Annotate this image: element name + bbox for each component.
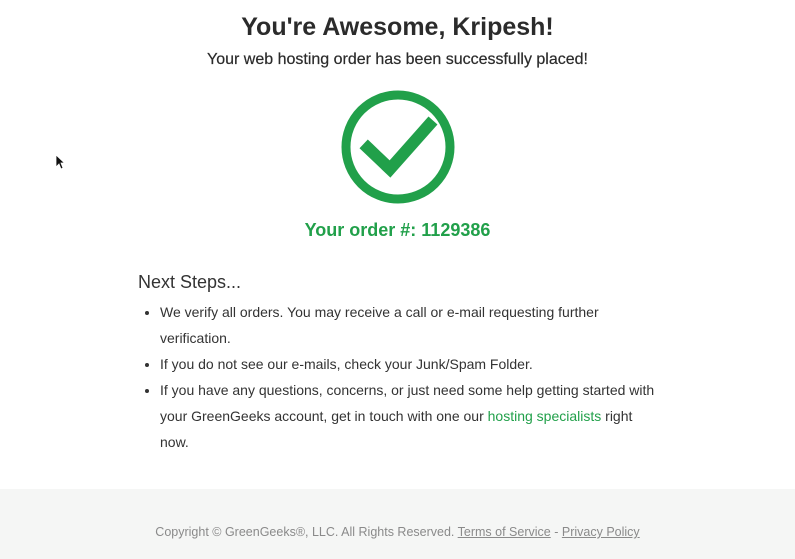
next-steps-heading: Next Steps... bbox=[138, 272, 242, 292]
page-subtitle: Your web hosting order has been successf… bbox=[207, 51, 588, 68]
terms-of-service-link[interactable]: Terms of Service bbox=[458, 525, 551, 539]
copyright-text: Copyright © GreenGeeks®, LLC. All Rights… bbox=[155, 525, 455, 539]
checkmark-circle-icon bbox=[340, 89, 456, 205]
list-item: If you do not see our e-mails, check you… bbox=[160, 351, 658, 377]
list-item: If you have any questions, concerns, or … bbox=[160, 377, 658, 455]
mouse-cursor-icon bbox=[55, 154, 66, 170]
list-item: We verify all orders. You may receive a … bbox=[160, 299, 658, 351]
next-steps-section: Next Steps... We verify all orders. You … bbox=[138, 271, 658, 455]
footer-separator: - bbox=[554, 525, 559, 539]
next-steps-list: We verify all orders. You may receive a … bbox=[138, 299, 658, 455]
order-number: Your order #: 1129386 bbox=[304, 220, 491, 240]
footer: Copyright © GreenGeeks®, LLC. All Rights… bbox=[0, 489, 795, 559]
footer-text: Copyright © GreenGeeks®, LLC. All Rights… bbox=[0, 524, 795, 540]
order-confirmation-page: You're Awesome, Kripesh! Your web hostin… bbox=[0, 0, 795, 559]
page-title: You're Awesome, Kripesh! bbox=[241, 13, 554, 41]
privacy-policy-link[interactable]: Privacy Policy bbox=[562, 525, 640, 539]
hosting-specialists-link[interactable]: hosting specialists bbox=[488, 408, 602, 424]
